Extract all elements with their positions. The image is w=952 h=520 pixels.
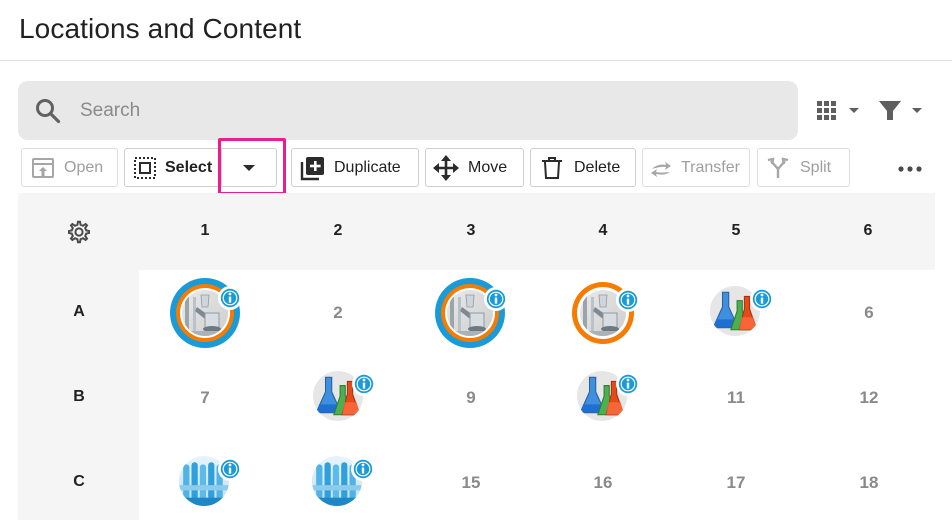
move-button[interactable]: Move [425,148,524,187]
grid-cell-b5[interactable]: 11 [706,388,766,408]
column-header-1[interactable]: 1 [185,222,225,240]
page-header: Locations and Content [0,0,952,61]
transfer-icon [651,161,671,177]
transfer-button[interactable]: Transfer [642,148,750,187]
open-icon [32,157,54,178]
grid-cell-a1[interactable] [168,276,244,352]
row-header-a[interactable]: A [59,303,99,321]
select-button[interactable]: Select [125,149,223,186]
grid-cell-b2[interactable] [313,371,383,425]
grid-cell-a2[interactable]: 2 [308,303,368,323]
grid-cell-b3[interactable]: 9 [441,388,501,408]
row-header-b[interactable]: B [59,388,99,406]
grid-cell-a3[interactable] [433,276,509,352]
info-icon[interactable] [352,372,376,396]
open-button[interactable]: Open [21,148,118,187]
grid-cell-c5[interactable]: 17 [706,473,766,493]
duplicate-label: Duplicate [334,158,401,176]
open-label: Open [64,158,104,176]
delete-button[interactable]: Delete [530,148,636,187]
select-label: Select [165,158,213,176]
column-header-4[interactable]: 4 [583,222,623,240]
transfer-label: Transfer [681,158,740,176]
grid-view-icon [817,101,859,120]
split-button[interactable]: Split [757,148,850,187]
info-icon[interactable] [218,286,242,310]
grid-cell-c3[interactable]: 15 [441,473,501,493]
grid-cell-c4[interactable]: 16 [573,473,633,493]
move-icon [433,154,459,181]
grid-cell-c6[interactable]: 18 [839,473,899,493]
grid-cell-b6[interactable]: 12 [839,388,899,408]
info-icon[interactable] [616,288,640,312]
grid-cell-a5[interactable] [710,286,780,340]
search-input[interactable] [80,96,780,126]
duplicate-icon [300,156,324,180]
grid-cell-c2[interactable] [312,456,382,510]
delete-label: Delete [574,158,621,176]
gear-icon[interactable] [66,219,92,245]
page-title: Locations and Content [19,13,302,44]
move-label: Move [468,158,508,176]
split-label: Split [800,158,832,176]
row-header-c[interactable]: C [59,473,99,491]
info-icon[interactable] [484,287,508,311]
filter-icon [879,101,922,120]
trash-icon [542,156,562,179]
split-icon [767,156,789,178]
grid-cell-b1[interactable]: 7 [175,388,235,408]
grid-cell-a4[interactable] [570,280,640,348]
column-header-2[interactable]: 2 [318,222,358,240]
highlight-box [218,138,286,195]
info-icon[interactable] [218,457,242,481]
view-mode-dropdown[interactable] [814,98,864,124]
select-all-icon [134,156,156,179]
info-icon[interactable] [351,457,375,481]
grid-cell-a6[interactable]: 6 [839,303,899,323]
info-icon[interactable] [616,372,640,396]
search-icon [36,99,61,124]
locations-page: Locations and Content Search Open Select… [0,0,952,520]
column-header-3[interactable]: 3 [451,222,491,240]
more-options-icon[interactable] [897,164,923,174]
grid-cell-c1[interactable] [179,456,249,510]
column-header-5[interactable]: 5 [716,222,756,240]
filter-dropdown[interactable] [876,98,928,124]
column-header-6[interactable]: 6 [848,222,888,240]
grid-cell-b4[interactable] [577,371,647,425]
duplicate-button[interactable]: Duplicate [291,148,419,187]
info-icon[interactable] [750,287,774,311]
